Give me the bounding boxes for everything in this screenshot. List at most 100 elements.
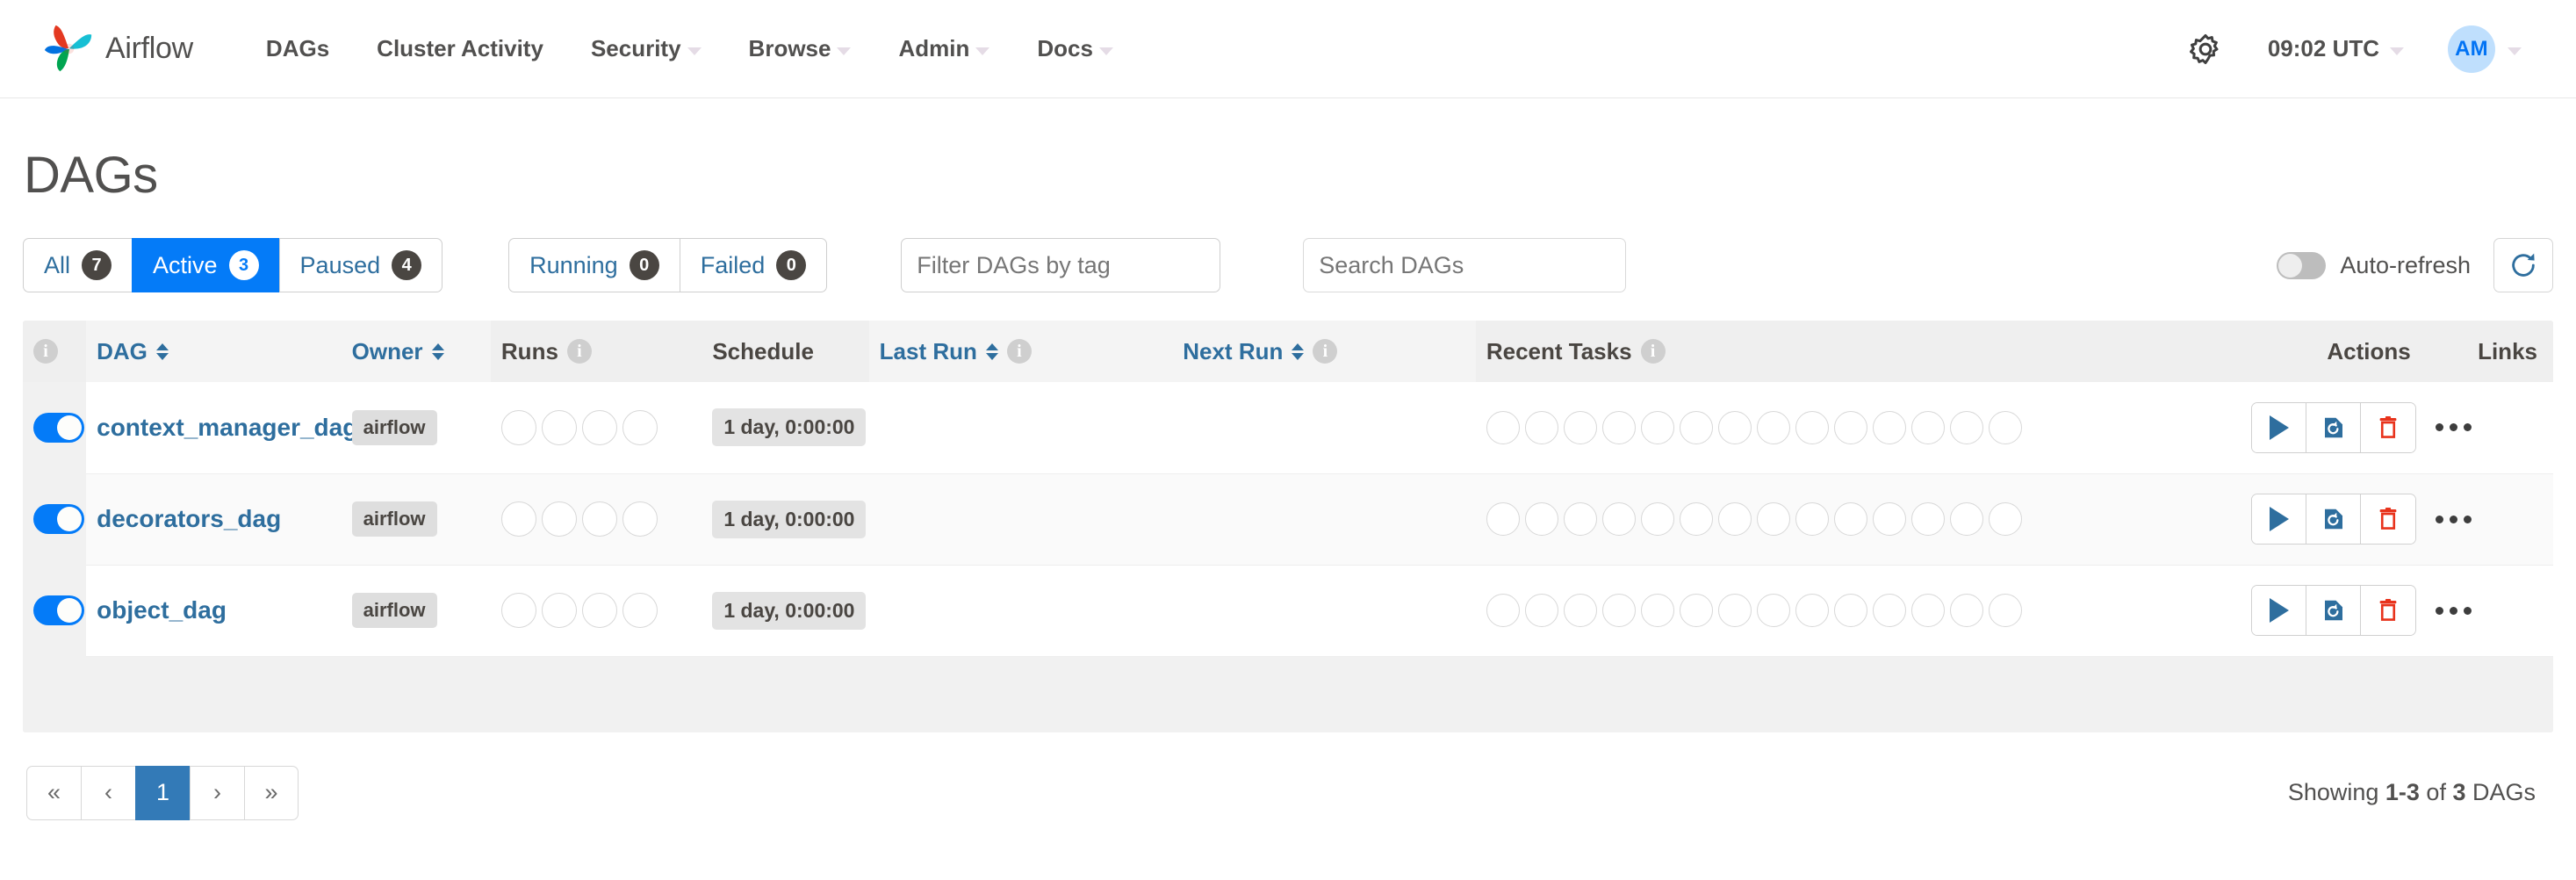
status-circle[interactable] [1833,410,1867,444]
status-circle[interactable] [500,501,536,537]
dag-link[interactable]: object_dag [97,596,227,624]
filter-failed-button[interactable]: Failed 0 [679,238,828,292]
first-page-button[interactable]: « [26,765,81,820]
status-circle[interactable] [1872,410,1906,444]
pause-dag-toggle[interactable] [33,413,84,443]
status-circle[interactable] [1988,502,2022,536]
status-circle[interactable] [1524,502,1558,536]
info-icon[interactable]: i [1313,339,1338,364]
status-circle[interactable] [1795,502,1829,536]
nav-item-browse[interactable]: Browse [725,35,875,62]
pause-dag-toggle[interactable] [33,504,84,534]
owner-badge[interactable]: airflow [351,409,437,445]
clear-dag-button[interactable] [2306,494,2362,544]
sort-icon[interactable] [155,343,169,360]
status-circle[interactable] [1910,594,1945,627]
nav-item-dags[interactable]: DAGs [242,35,353,62]
status-circle[interactable] [1563,410,1597,444]
settings-button[interactable] [2164,32,2247,66]
nav-item-admin[interactable]: Admin [874,35,1013,62]
status-circle[interactable] [500,593,536,628]
status-circle[interactable] [1601,594,1636,627]
status-circle[interactable] [1717,410,1752,444]
info-icon[interactable]: i [1640,339,1666,364]
sort-icon[interactable] [985,343,998,360]
page-1-button[interactable]: 1 [135,765,190,820]
th-dag[interactable]: DAG [86,321,342,382]
status-circle[interactable] [1833,594,1867,627]
filter-running-button[interactable]: Running 0 [508,238,680,292]
status-circle[interactable] [1833,502,1867,536]
status-circle[interactable] [1717,594,1752,627]
clear-dag-button[interactable] [2306,402,2362,452]
status-circle[interactable] [1872,594,1906,627]
status-circle[interactable] [1949,502,1983,536]
status-circle[interactable] [1640,594,1674,627]
prev-page-button[interactable]: ‹ [81,765,135,820]
status-circle[interactable] [1486,502,1520,536]
status-circle[interactable] [541,593,577,628]
info-icon[interactable]: i [566,339,592,364]
status-circle[interactable] [622,409,658,445]
status-circle[interactable] [1563,502,1597,536]
delete-dag-button[interactable] [2361,494,2416,544]
status-circle[interactable] [581,409,617,445]
sort-icon[interactable] [431,343,444,360]
ellipsis-icon[interactable] [2432,509,2475,530]
clear-dag-button[interactable] [2306,586,2362,635]
status-circle[interactable] [1988,410,2022,444]
info-icon[interactable]: i [33,339,58,364]
status-circle[interactable] [622,501,658,537]
delete-dag-button[interactable] [2361,402,2416,452]
nav-item-cluster-activity[interactable]: Cluster Activity [353,35,567,62]
filter-paused-button[interactable]: Paused 4 [278,238,443,292]
pause-dag-toggle[interactable] [33,595,84,625]
trigger-dag-button[interactable] [2252,494,2307,544]
th-last-run[interactable]: Last Run i [868,321,1173,382]
user-menu[interactable]: AM [2425,25,2537,73]
status-circle[interactable] [1910,410,1945,444]
last-page-button[interactable]: » [244,765,299,820]
status-circle[interactable] [1640,502,1674,536]
filter-active-button[interactable]: Active 3 [132,238,279,292]
ellipsis-icon[interactable] [2432,416,2475,438]
auto-refresh-toggle[interactable] [2277,251,2327,279]
status-circle[interactable] [541,501,577,537]
status-circle[interactable] [500,409,536,445]
dag-link[interactable]: context_manager_dag [97,414,357,441]
trigger-dag-button[interactable] [2252,402,2307,452]
status-circle[interactable] [1756,502,1790,536]
search-dags-input[interactable] [1303,238,1627,292]
status-circle[interactable] [1717,502,1752,536]
sort-icon[interactable] [1292,343,1305,360]
delete-dag-button[interactable] [2361,586,2416,635]
owner-badge[interactable]: airflow [351,593,437,628]
status-circle[interactable] [1795,410,1829,444]
status-circle[interactable] [1640,410,1674,444]
status-circle[interactable] [1524,410,1558,444]
status-circle[interactable] [581,501,617,537]
status-circle[interactable] [1872,502,1906,536]
status-circle[interactable] [1679,410,1713,444]
trigger-dag-button[interactable] [2252,586,2307,635]
nav-item-docs[interactable]: Docs [1013,35,1137,62]
status-circle[interactable] [541,409,577,445]
ellipsis-icon[interactable] [2432,600,2475,622]
status-circle[interactable] [1679,502,1713,536]
status-circle[interactable] [581,593,617,628]
status-circle[interactable] [1679,594,1713,627]
timezone-selector[interactable]: 09:02 UTC [2247,35,2425,62]
status-circle[interactable] [1486,594,1520,627]
status-circle[interactable] [1949,594,1983,627]
status-circle[interactable] [1756,410,1790,444]
info-icon[interactable]: i [1006,339,1032,364]
th-owner[interactable]: Owner [341,321,491,382]
status-circle[interactable] [1795,594,1829,627]
status-circle[interactable] [622,593,658,628]
status-circle[interactable] [1486,410,1520,444]
status-circle[interactable] [1910,502,1945,536]
filter-dags-by-tag-input[interactable] [901,238,1221,292]
status-circle[interactable] [1756,594,1790,627]
owner-badge[interactable]: airflow [351,501,437,537]
nav-item-security[interactable]: Security [567,35,725,62]
